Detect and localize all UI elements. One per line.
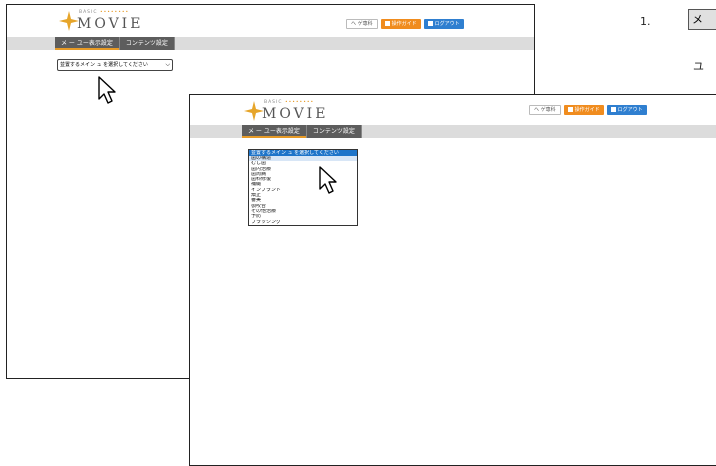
tab-menu-display[interactable]: メ ー ユー表示設定 [55,37,120,50]
logo-word: MOVIE [262,106,329,122]
screenshot-2: BASIC •••••••• MOVIE ヘ ゲ専科 操作ガイド ログアウト メ… [189,94,716,466]
logout-icon [610,107,616,112]
chevron-down-icon: ⌵ [165,61,170,68]
nav-tabs: メ ー ユー表示設定 コンテンツ設定 [242,125,362,138]
tab-content-settings[interactable]: コンテンツ設定 [306,125,362,138]
logout-button[interactable]: ログアウト [606,105,647,115]
star-logo-icon [59,11,79,31]
logout-label: ログアウト [434,21,460,27]
step-text: ユ [693,60,704,73]
logout-button[interactable]: ログアウト [423,19,464,29]
mouse-pointer-icon [98,76,116,104]
dropdown-option[interactable]: ブラッシング [249,220,357,225]
menu-select-value: 並置するメイン ュ を選択してください [60,62,148,68]
help-button[interactable]: ヘ ゲ専科 [529,105,561,115]
step-label-box: メ [688,9,716,30]
guide-icon [384,21,390,26]
nav-bar: メ ー ユー表示設定 コンテンツ設定 [190,125,716,138]
guide-label: 操作ガイド [391,21,417,27]
logo-small-text: BASIC •••••••• [264,100,315,105]
menu-select[interactable]: 並置するメイン ュ を選択してください ⌵ [57,59,173,71]
logout-icon [427,21,433,26]
guide-label: 操作ガイド [574,107,600,113]
guide-button[interactable]: 操作ガイド [563,105,604,115]
help-button[interactable]: ヘ ゲ専科 [346,19,378,29]
mouse-pointer-icon [319,166,337,194]
tab-content-settings[interactable]: コンテンツ設定 [119,37,175,50]
nav-tabs: メ ー ユー表示設定 コンテンツ設定 [55,37,175,50]
header-buttons: ヘ ゲ専科 操作ガイド ログアウト [346,19,464,29]
logo-small-text: BASIC •••••••• [79,10,130,15]
tab-menu-display[interactable]: メ ー ユー表示設定 [242,125,307,138]
guide-button[interactable]: 操作ガイド [380,19,421,29]
nav-bar: メ ー ユー表示設定 コンテンツ設定 [7,37,534,50]
logout-label: ログアウト [617,107,643,113]
menu-select-dropdown[interactable]: 並置するメイン ュ を選択してください 歯の構造 むし歯 歯内治療 歯周病 歯科修復 補綴イ… [248,149,358,226]
logo-word: MOVIE [77,16,144,32]
star-logo-icon [244,101,264,121]
header-buttons: ヘ ゲ専科 操作ガイド ログアウト [529,105,647,115]
step-number: 1. [640,15,651,28]
guide-icon [567,107,573,112]
